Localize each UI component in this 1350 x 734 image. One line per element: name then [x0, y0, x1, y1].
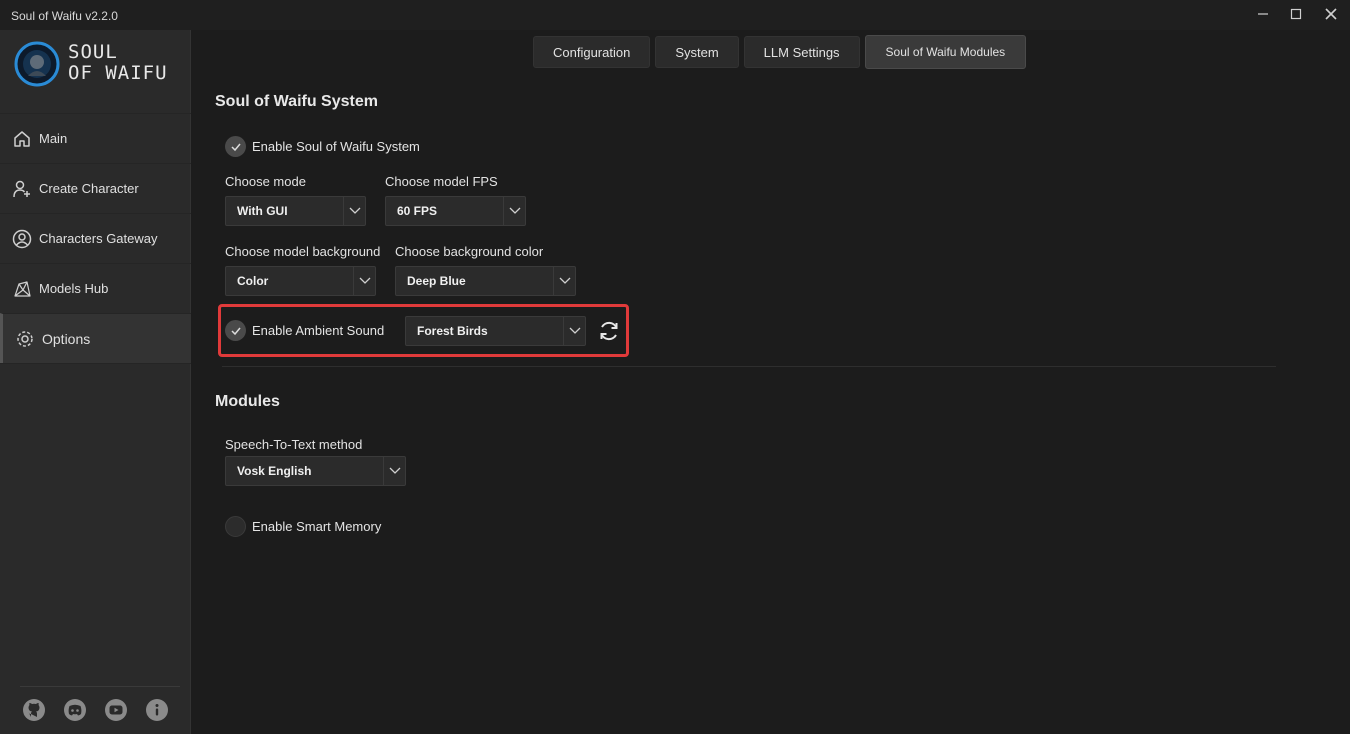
sidebar-item-label: Main [39, 131, 68, 146]
enable-ambient-sound-label: Enable Ambient Sound [252, 323, 385, 338]
refresh-ambient-button[interactable] [596, 318, 622, 344]
app-logo: SOUL OF WAIFU [13, 40, 183, 90]
title-bar: Soul of Waifu v2.2.0 [0, 0, 1350, 30]
logo-text: SOUL OF WAIFU [68, 42, 168, 84]
tab-soul-of-waifu-modules[interactable]: Soul of Waifu Modules [864, 35, 1027, 69]
sidebar-nav-end [0, 363, 191, 364]
enable-smart-memory-label: Enable Smart Memory [252, 519, 382, 534]
maximize-button[interactable] [1281, 3, 1311, 25]
sidebar: SOUL OF WAIFU Main Create Character Char… [0, 30, 191, 734]
bgcolor-value: Deep Blue [407, 274, 466, 288]
mode-select[interactable]: With GUI [225, 196, 366, 226]
mode-value: With GUI [237, 204, 288, 218]
check-icon [225, 136, 246, 157]
background-value: Color [237, 274, 269, 288]
minimize-button[interactable] [1248, 3, 1278, 25]
github-icon[interactable] [22, 698, 46, 722]
stt-label: Speech-To-Text method [225, 437, 363, 452]
fps-value: 60 FPS [397, 204, 438, 218]
mode-label: Choose mode [225, 174, 306, 189]
section-title-modules: Modules [215, 393, 280, 410]
tab-llm-settings[interactable]: LLM Settings [743, 36, 860, 68]
gear-icon [14, 328, 36, 350]
section-title-sow-system: Soul of Waifu System [215, 93, 378, 110]
sidebar-item-characters-gateway[interactable]: Characters Gateway [0, 213, 191, 263]
close-icon [1325, 8, 1337, 20]
tab-system[interactable]: System [655, 36, 739, 68]
fps-label: Choose model FPS [385, 174, 498, 189]
sidebar-item-label: Models Hub [39, 281, 109, 296]
discord-icon[interactable] [63, 698, 87, 722]
ambient-sound-select[interactable]: Forest Birds [405, 316, 586, 346]
logo-line-1: SOUL [68, 41, 118, 63]
logo-line-2: OF WAIFU [68, 62, 168, 84]
minimize-icon [1258, 13, 1268, 15]
home-icon [11, 128, 33, 150]
background-label: Choose model background [225, 244, 381, 259]
refresh-icon [600, 321, 618, 341]
sidebar-item-models-hub[interactable]: Models Hub [0, 263, 191, 313]
unchecked-circle-icon [225, 516, 246, 537]
check-icon [225, 320, 246, 341]
bgcolor-label: Choose background color [395, 244, 544, 259]
bgcolor-select[interactable]: Deep Blue [395, 266, 576, 296]
sidebar-item-options[interactable]: Options [0, 313, 191, 363]
ambient-sound-value: Forest Birds [417, 324, 488, 338]
enable-sow-system-label: Enable Soul of Waifu System [252, 139, 420, 154]
chevron-down-icon [343, 197, 365, 225]
enable-smart-memory-toggle[interactable]: Enable Smart Memory [225, 516, 381, 537]
background-select[interactable]: Color [225, 266, 376, 296]
chevron-down-icon [563, 317, 585, 345]
tab-configuration[interactable]: Configuration [533, 36, 651, 68]
info-icon[interactable] [145, 698, 169, 722]
tab-bar: Configuration System LLM Settings Soul o… [533, 35, 1027, 69]
sidebar-item-label: Characters Gateway [39, 231, 158, 246]
maximize-icon [1290, 8, 1302, 20]
stt-select[interactable]: Vosk English [225, 456, 406, 486]
section-divider [222, 366, 1276, 367]
close-button[interactable] [1316, 3, 1346, 25]
chevron-down-icon [553, 267, 575, 295]
user-circle-icon [11, 228, 33, 250]
youtube-icon[interactable] [104, 698, 128, 722]
sidebar-item-label: Options [42, 330, 91, 347]
sidebar-footer [22, 698, 169, 722]
sidebar-item-main[interactable]: Main [0, 113, 191, 163]
app-title: Soul of Waifu v2.2.0 [11, 9, 118, 23]
chevron-down-icon [503, 197, 525, 225]
add-user-icon [11, 178, 33, 200]
chevron-down-icon [353, 267, 375, 295]
fps-select[interactable]: 60 FPS [385, 196, 526, 226]
network-icon [11, 278, 33, 300]
logo-emblem-icon [14, 41, 60, 87]
sidebar-divider [20, 686, 180, 687]
main-panel: Configuration System LLM Settings Soul o… [192, 30, 1350, 734]
sidebar-nav: Main Create Character Characters Gateway… [0, 113, 191, 364]
sidebar-item-create-character[interactable]: Create Character [0, 163, 191, 213]
enable-sow-system-toggle[interactable]: Enable Soul of Waifu System [225, 136, 420, 157]
chevron-down-icon [383, 457, 405, 485]
stt-value: Vosk English [237, 464, 312, 478]
sidebar-item-label: Create Character [39, 181, 139, 196]
enable-ambient-sound-toggle[interactable]: Enable Ambient Sound [225, 320, 384, 341]
